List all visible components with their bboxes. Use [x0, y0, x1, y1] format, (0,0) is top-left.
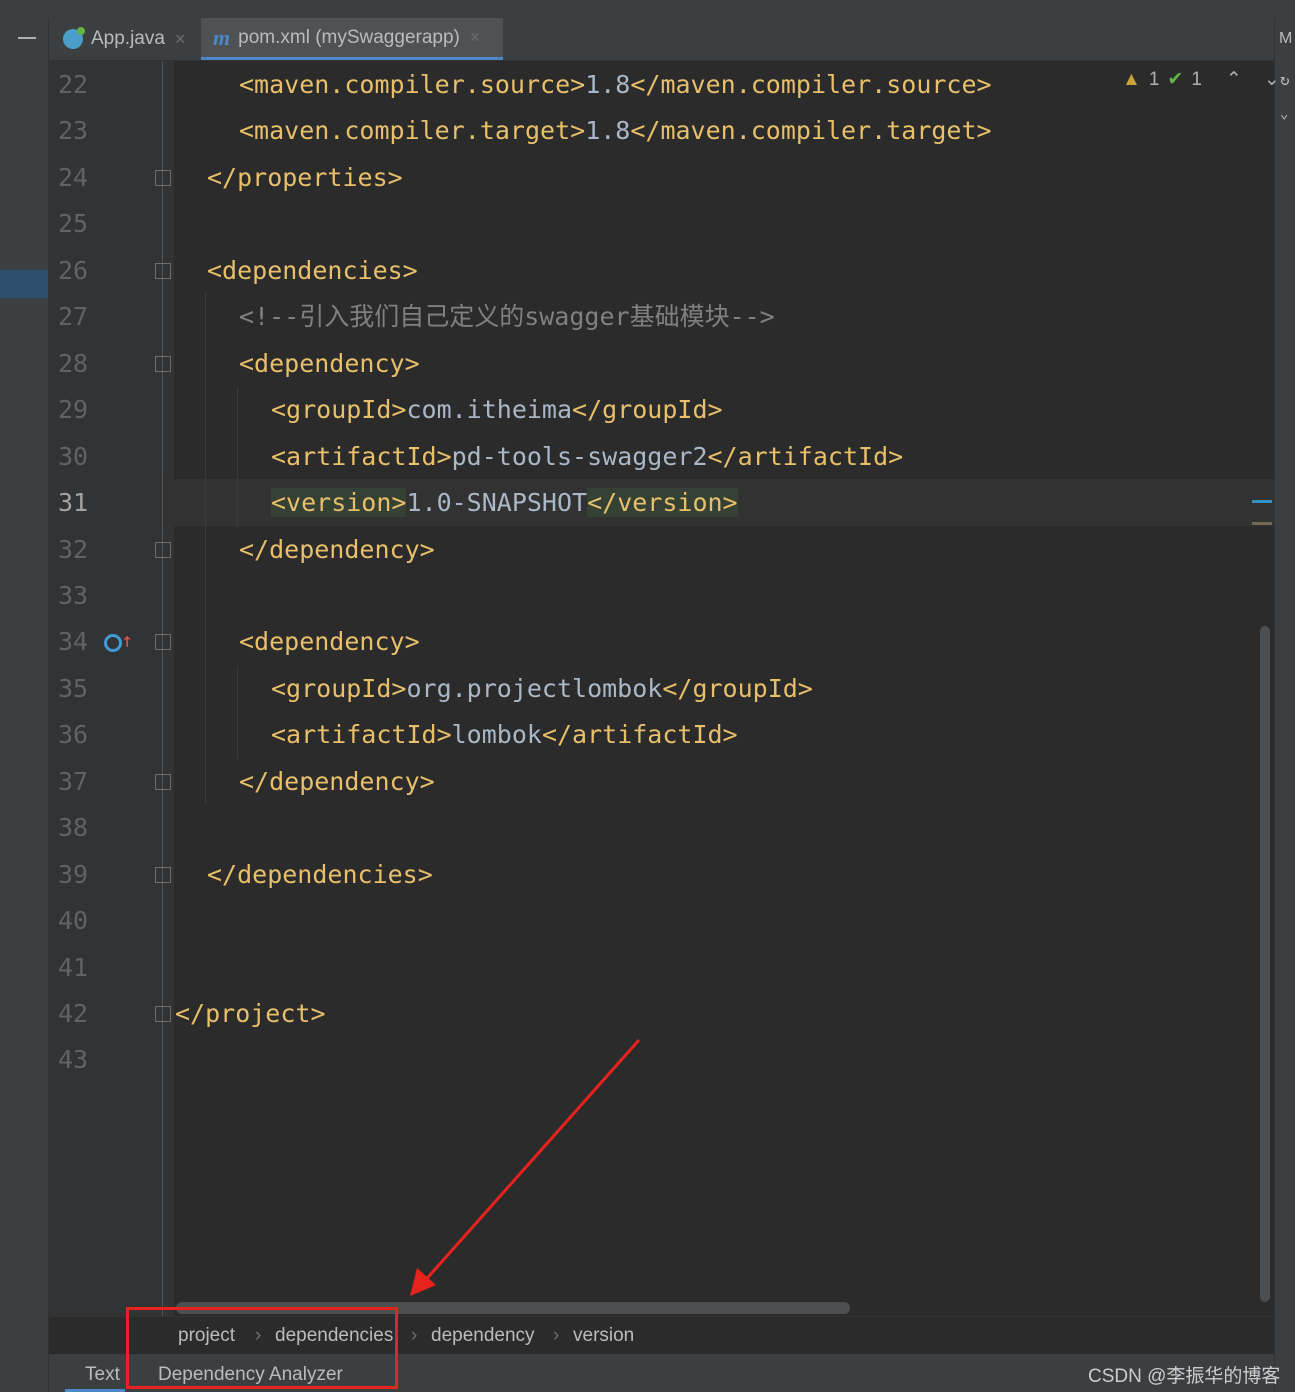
annotation-arrow [410, 1039, 641, 1296]
